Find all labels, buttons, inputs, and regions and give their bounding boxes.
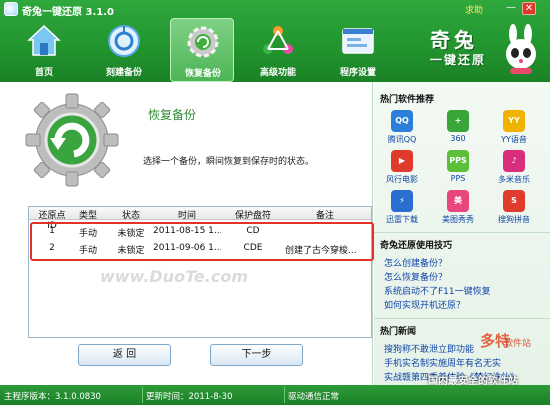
nav-create-backup[interactable]: 刻建备份 — [92, 18, 156, 82]
app-3[interactable]: ▶ 风行电影 — [382, 150, 422, 188]
app-name: 腾讯QQ — [387, 135, 417, 144]
yy-icon: YY — [503, 110, 525, 132]
version-text: 主程序版本：3.1.0.0830 — [4, 392, 101, 402]
help-link[interactable]: 求助 — [465, 3, 483, 16]
col-note-header[interactable]: 备注 — [285, 208, 365, 221]
app-6[interactable]: ⚡ 迅雷下载 — [382, 190, 422, 228]
status-separator — [142, 387, 143, 403]
app-title: 奇兔一键还原 3.1.0 — [22, 7, 114, 18]
nav-advanced-label: 高级功能 — [259, 68, 296, 78]
app-name: 迅雷下载 — [386, 215, 418, 224]
update-time-text: 更新时间：2011-8-30 — [146, 392, 233, 402]
divider — [374, 232, 550, 233]
nav-home[interactable]: 首页 — [12, 18, 76, 82]
restore-gear-icon — [25, 93, 119, 187]
tip-link[interactable]: 怎么恢复备份？ — [384, 270, 447, 283]
app-name: YY语音 — [501, 135, 527, 144]
qq-icon: QQ — [391, 110, 413, 132]
advanced-icon — [263, 26, 293, 54]
app-1[interactable]: +360 — [438, 110, 478, 148]
tip-link[interactable]: 如何实现开机还原？ — [384, 298, 465, 311]
status-separator — [284, 387, 285, 403]
app-name: PPS — [450, 174, 466, 183]
nav-home-label: 首页 — [34, 68, 53, 78]
next-button[interactable]: 下一步 — [210, 344, 303, 366]
funshion-icon: ▶ — [391, 150, 413, 172]
selection-highlight-frame — [30, 222, 374, 261]
section-title: 恢复备份 — [148, 108, 197, 122]
restore-icon — [187, 26, 219, 58]
col-status-header[interactable]: 状态 — [111, 208, 151, 221]
nav-create-backup-label: 刻建备份 — [105, 68, 142, 78]
back-button[interactable]: 返 回 — [78, 344, 171, 366]
app-0[interactable]: QQ 腾讯QQ — [382, 110, 422, 148]
app-name: 风行电影 — [386, 175, 418, 184]
col-time-header[interactable]: 时间 — [153, 208, 221, 221]
app-name: 多米音乐 — [498, 175, 530, 184]
app-5[interactable]: ♪ 多米音乐 — [494, 150, 534, 188]
col-drive-header[interactable]: 保护盘符 — [225, 208, 281, 221]
main-nav: 首页 刻建备份 恢复备份 高级功能 程序设置 — [0, 18, 400, 82]
nav-settings-label: 程序设置 — [339, 68, 376, 78]
app-2[interactable]: YY YY语音 — [494, 110, 534, 148]
brand-line1: 奇兔 — [430, 28, 478, 52]
driver-status-text: 驱动通信正常 — [288, 392, 340, 402]
rabbit-mascot-icon — [506, 24, 536, 74]
tips-title: 奇兔还原使用技巧 — [380, 241, 453, 251]
badge-line2: 软件站 — [504, 339, 532, 349]
header: 奇兔一键还原 3.1.0 求助 — ✕ 首页 刻建备份 恢复备份 高级功能 程序… — [0, 0, 550, 82]
news-title: 热门新闻 — [380, 327, 417, 337]
home-icon — [27, 24, 61, 56]
app-name: 搜狗拼音 — [498, 215, 530, 224]
close-button[interactable]: ✕ — [522, 2, 536, 15]
settings-icon — [342, 28, 374, 54]
360-icon: + — [447, 110, 469, 132]
table-header: 还原点ID 类型 状态 时间 保护盘符 备注 — [29, 207, 371, 231]
title-bar: 奇兔一键还原 3.1.0 求助 — ✕ — [0, 0, 550, 18]
app-icon — [4, 2, 18, 16]
nav-settings[interactable]: 程序设置 — [326, 18, 390, 82]
divider — [374, 318, 550, 319]
nav-restore-backup-label: 恢复备份 — [184, 69, 221, 79]
hot-software-title: 热门软件推荐 — [380, 95, 435, 105]
col-type-header[interactable]: 类型 — [71, 208, 105, 221]
xunlei-icon: ⚡ — [391, 190, 413, 212]
create-backup-icon — [108, 25, 140, 57]
app-8[interactable]: S 搜狗拼音 — [494, 190, 534, 228]
section-description: 选择一个备份，瞬间恢复到保存时的状态。 — [143, 157, 315, 167]
watermark-text: www.DuoTe.com — [100, 267, 248, 286]
app-name: 美图秀秀 — [442, 215, 474, 224]
main-panel: 恢复备份 选择一个备份，瞬间恢复到保存时的状态。 还原点ID 类型 状态 时间 … — [0, 82, 374, 385]
news-link[interactable]: 搜狗称不敢泄立即功能 — [384, 342, 474, 355]
brand-line2: 一键还原 — [430, 53, 487, 67]
meitu-icon: 美 — [447, 190, 469, 212]
minimize-button[interactable]: — — [504, 2, 518, 15]
tip-link[interactable]: 怎么创建备份？ — [384, 256, 447, 269]
app-4[interactable]: PPS PPS — [438, 150, 478, 188]
sogou-icon: S — [503, 190, 525, 212]
tip-link[interactable]: 系统启动不了F11一键恢复 — [384, 284, 491, 297]
app-name: 360 — [450, 134, 466, 143]
duote-badge: 多特 软件站 国内最安全的软件站 — [428, 328, 548, 388]
nav-restore-backup[interactable]: 恢复备份 — [170, 18, 234, 82]
app-7[interactable]: 美美图秀秀 — [438, 190, 478, 228]
brand-logo: 奇兔 一键还原 — [430, 24, 486, 68]
pps-icon: PPS — [447, 150, 469, 172]
duomi-icon: ♪ — [503, 150, 525, 172]
status-bar: 主程序版本：3.1.0.0830 更新时间：2011-8-30 驱动通信正常 — [0, 385, 550, 405]
nav-advanced[interactable]: 高级功能 — [246, 18, 310, 82]
